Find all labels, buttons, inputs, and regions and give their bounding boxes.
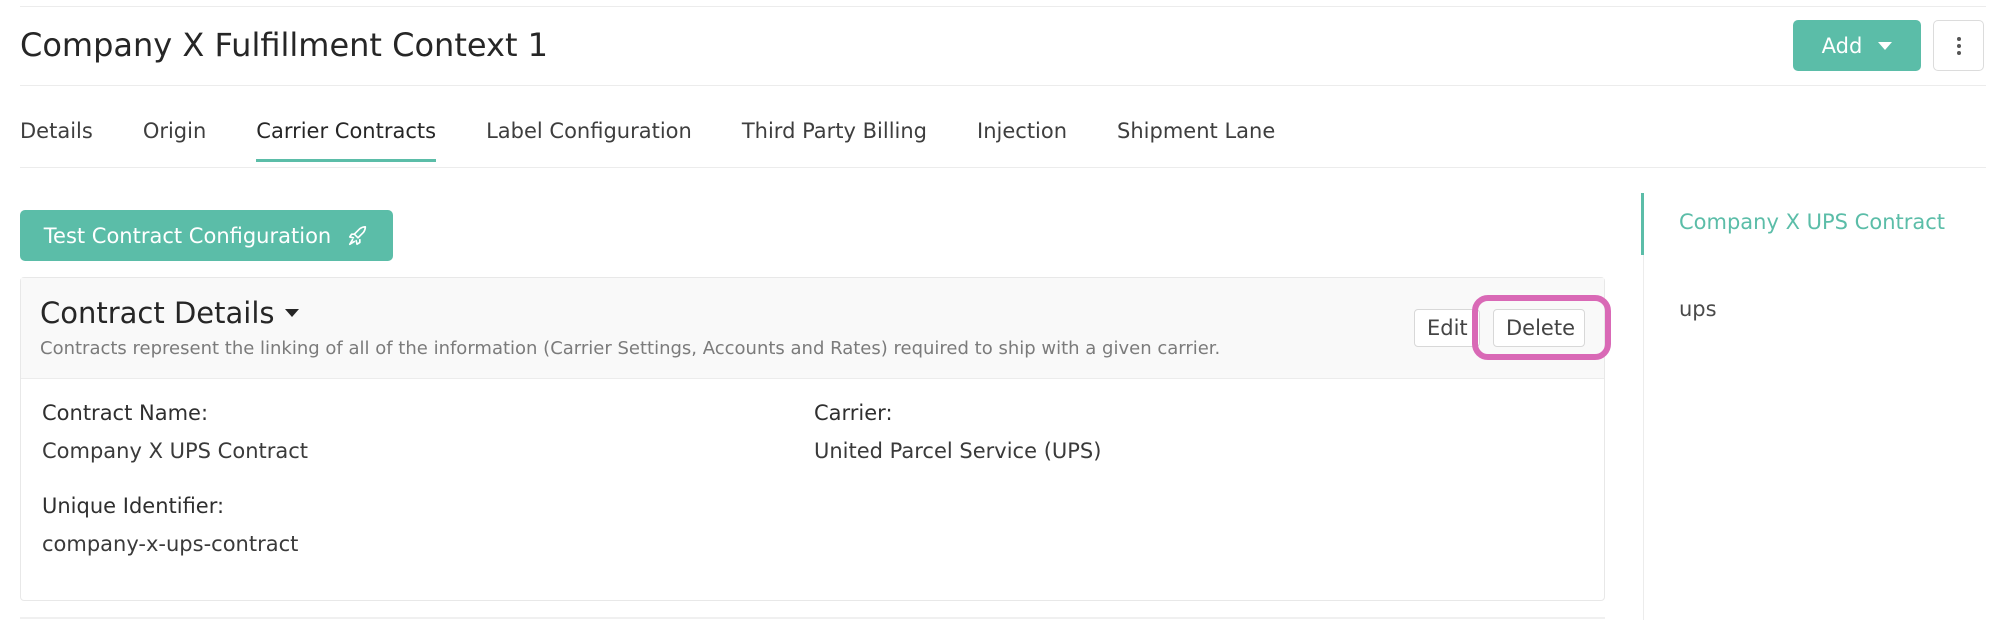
tab-injection[interactable]: Injection (977, 106, 1067, 156)
delete-button[interactable]: Delete (1493, 309, 1585, 347)
card-title[interactable]: Contract Details (40, 296, 299, 330)
sidebar-item-ups[interactable]: ups (1679, 297, 1717, 321)
contract-name-label: Contract Name: (42, 401, 209, 425)
carrier-value: United Parcel Service (UPS) (814, 439, 1102, 463)
contract-details-card: Contract Details Contracts represent the… (20, 277, 1605, 601)
tab-carrier-contracts[interactable]: Carrier Contracts (256, 106, 436, 162)
test-button-label: Test Contract Configuration (43, 223, 332, 248)
tab-label-configuration[interactable]: Label Configuration (486, 106, 692, 156)
tab-shipment-lane[interactable]: Shipment Lane (1117, 106, 1275, 156)
card-title-text: Contract Details (40, 296, 275, 330)
rocket-icon (349, 225, 367, 245)
sidebar-active-indicator (1641, 193, 1644, 255)
bottom-divider (20, 617, 1605, 619)
test-contract-configuration-button[interactable]: Test Contract Configuration (20, 210, 393, 261)
sidebar-divider (1643, 255, 1644, 620)
carrier-label: Carrier: (814, 401, 893, 425)
header-divider (20, 85, 1986, 86)
tab-origin[interactable]: Origin (143, 106, 206, 156)
card-description: Contracts represent the linking of all o… (40, 338, 1221, 359)
tabs-divider (20, 167, 1986, 168)
edit-button[interactable]: Edit (1414, 309, 1480, 347)
caret-down-icon (284, 309, 299, 317)
add-button-label: Add (1821, 33, 1863, 58)
unique-identifier-value: company-x-ups-contract (42, 532, 299, 556)
tab-bar: Details Origin Carrier Contracts Label C… (20, 106, 1275, 162)
tab-details[interactable]: Details (20, 106, 93, 156)
vertical-ellipsis-icon (1956, 36, 1961, 55)
caret-down-icon (1878, 41, 1893, 50)
unique-identifier-label: Unique Identifier: (42, 494, 225, 518)
top-divider (20, 6, 1986, 7)
more-options-button[interactable] (1933, 20, 1984, 71)
add-button[interactable]: Add (1793, 20, 1921, 71)
page-title: Company X Fulfillment Context 1 (20, 26, 549, 64)
contract-name-value: Company X UPS Contract (42, 439, 309, 463)
card-header: Contract Details Contracts represent the… (21, 278, 1604, 379)
sidebar-item-company-x-ups-contract[interactable]: Company X UPS Contract (1679, 210, 1945, 234)
tab-third-party-billing[interactable]: Third Party Billing (742, 106, 927, 156)
